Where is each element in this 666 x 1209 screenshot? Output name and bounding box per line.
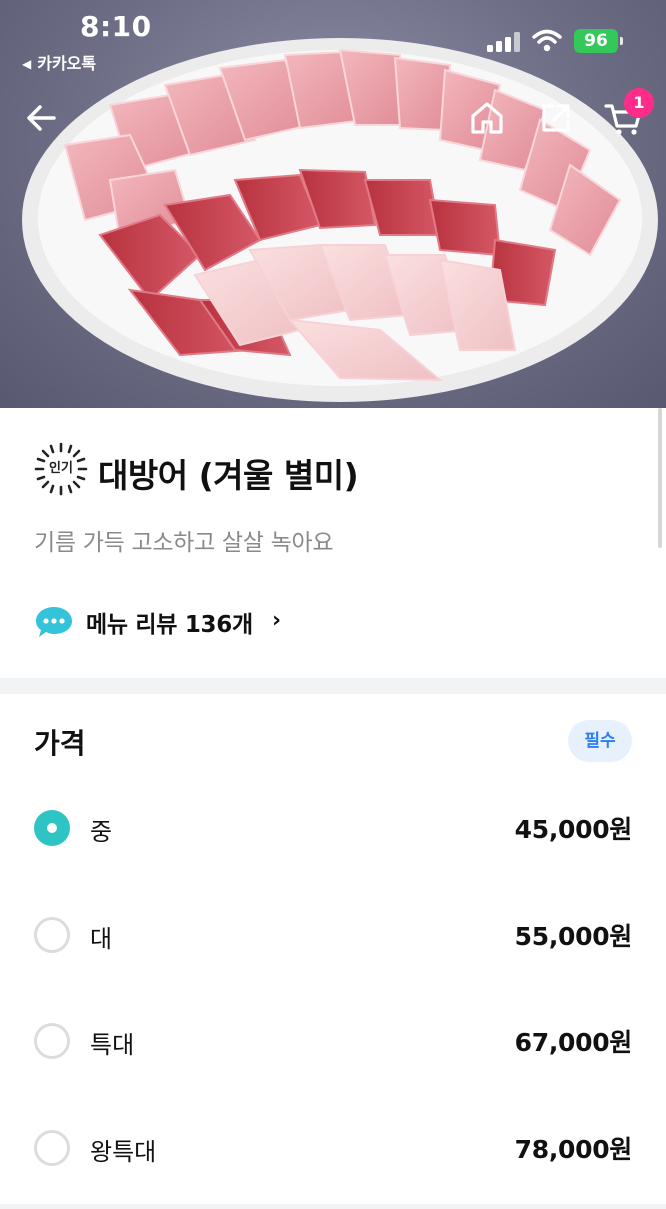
price-option-king-size[interactable]: 왕특대 78,000원 xyxy=(0,1120,666,1180)
radio-button[interactable] xyxy=(34,917,70,953)
bottom-divider xyxy=(0,1204,666,1209)
radio-button[interactable] xyxy=(34,1130,70,1166)
radio-button-selected[interactable] xyxy=(34,810,70,846)
option-price: 55,000원 xyxy=(514,922,633,951)
menu-review-link[interactable]: 메뉴 리뷰 136개 xyxy=(86,605,253,639)
option-label: 왕특대 xyxy=(90,1138,157,1166)
option-price: 67,000원 xyxy=(514,1028,633,1057)
back-triangle-icon: ◀ xyxy=(22,57,32,71)
home-icon[interactable] xyxy=(467,98,507,138)
back-app-label: 카카오톡 xyxy=(37,54,97,73)
battery-indicator: 96 xyxy=(574,29,623,53)
chevron-right-icon[interactable]: › xyxy=(272,608,281,633)
product-description: 기름 가득 고소하고 살살 녹아요 xyxy=(34,530,334,556)
option-price: 45,000원 xyxy=(514,815,633,844)
price-section-title: 가격 xyxy=(34,727,86,760)
back-to-app-link[interactable]: ◀ 카카오톡 xyxy=(22,50,96,74)
status-time: 8:10 xyxy=(80,10,152,43)
option-label: 중 xyxy=(90,818,113,846)
option-price: 78,000원 xyxy=(514,1135,633,1164)
price-option-large[interactable]: 대 55,000원 xyxy=(0,907,666,967)
status-bar: 8:10 ◀ 카카오톡 96 xyxy=(0,0,666,80)
cellular-signal-icon xyxy=(487,32,520,52)
option-label: 대 xyxy=(90,925,113,953)
popular-badge-label: 인기 xyxy=(49,461,73,476)
scrollbar[interactable] xyxy=(658,408,662,548)
option-label: 특대 xyxy=(90,1031,135,1059)
product-title: 대방어 (겨울 별미) xyxy=(98,456,359,495)
required-badge: 필수 xyxy=(568,720,632,762)
wifi-icon xyxy=(532,29,562,52)
speech-bubble-icon xyxy=(36,607,72,637)
share-icon[interactable] xyxy=(536,98,576,138)
price-option-extra-large[interactable]: 특대 67,000원 xyxy=(0,1013,666,1073)
arrow-left-icon[interactable] xyxy=(24,100,60,136)
section-divider xyxy=(0,678,666,694)
radio-button[interactable] xyxy=(34,1023,70,1059)
product-photo: 8:10 ◀ 카카오톡 96 1 xyxy=(0,0,666,408)
battery-level: 96 xyxy=(584,31,608,51)
price-option-medium[interactable]: 중 45,000원 xyxy=(0,800,666,860)
cart-count-badge: 1 xyxy=(624,88,654,118)
